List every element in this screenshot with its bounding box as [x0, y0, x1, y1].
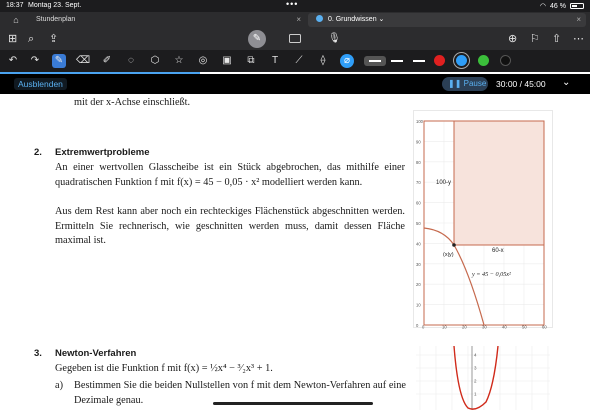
section-title: Extremwertprobleme — [55, 147, 150, 158]
ruler-icon[interactable]: ⟋ — [292, 54, 306, 68]
paragraph: An einer wertvollen Glasscheibe ist ein … — [55, 162, 405, 188]
y-tick-label: 80 — [416, 160, 421, 165]
document-page[interactable]: mit der x-Achse einschließt. 2. Extremwe… — [0, 94, 590, 410]
session-bar: Ausblenden ❚❚ Pause 30:00 / 45:00 ⌄ — [0, 74, 590, 94]
y-tick-label: 100 — [416, 119, 424, 124]
document-icon — [316, 15, 323, 22]
date: Montag 23. Sept. — [28, 2, 82, 9]
clock: 18:37 — [6, 2, 24, 9]
tab-grundwissen[interactable]: 0. Grundwissen ⌄ × — [308, 13, 586, 27]
camera-icon[interactable]: ⧉ — [244, 54, 258, 68]
point-marker — [452, 243, 456, 247]
battery-label: 46 % — [550, 2, 566, 10]
grid-icon[interactable]: ⊞ — [8, 32, 17, 46]
app-window: 18:37 Montag 23. Sept. ••• ◠ 46 % ⌂ Stun… — [0, 0, 590, 410]
label-height: 100-y — [436, 180, 451, 186]
undo-icon[interactable]: ↶ — [6, 54, 20, 68]
glass-pane-graph: 100 90 80 70 60 50 40 30 20 10 0 0 10 20 30 40 50 60 100-… — [413, 110, 553, 330]
y-tick-label: 20 — [416, 282, 421, 287]
timer: 30:00 / 45:00 — [496, 79, 546, 89]
mic-icon[interactable]: 🎙 — [328, 32, 341, 46]
main-toolbar: ⊞ ⌕ ⇪ ✎ 🎙 ⊕ ⚐ ⇧ ⋯ — [0, 28, 590, 50]
text-icon[interactable]: T — [268, 54, 282, 68]
y-tick-label: 40 — [416, 241, 421, 246]
color-green[interactable] — [478, 55, 489, 66]
share-icon[interactable]: ⇪ — [49, 32, 58, 46]
status-bar: 18:37 Montag 23. Sept. ••• ◠ 46 % — [0, 0, 590, 12]
y-tick-label: 90 — [416, 139, 421, 144]
section-number: 3. — [34, 348, 42, 359]
add-page-icon[interactable]: ⊕ — [508, 32, 517, 46]
highlighter-icon[interactable]: ✐ — [100, 54, 114, 68]
more-icon[interactable]: ⋯ — [573, 32, 584, 46]
close-icon[interactable]: × — [296, 13, 301, 27]
y-tick-label: 70 — [416, 180, 421, 185]
laser-icon[interactable]: ⟠ — [316, 54, 330, 68]
y-tick-label: 60 — [416, 201, 421, 206]
hide-button[interactable]: Ausblenden — [14, 78, 67, 90]
shapes-icon[interactable]: ⬡ — [148, 54, 162, 68]
redo-icon[interactable]: ↷ — [28, 54, 42, 68]
y-tick-label: 30 — [416, 262, 421, 267]
wifi-icon: ◠ — [539, 3, 547, 10]
paragraph: Aus dem Rest kann aber noch ein rechteck… — [55, 206, 405, 247]
color-red[interactable] — [434, 55, 445, 66]
ruler-shape-icon[interactable]: ◎ — [196, 54, 210, 68]
line-width-1[interactable] — [364, 56, 386, 66]
star-icon[interactable]: ☆ — [172, 54, 186, 68]
line-width-3[interactable] — [408, 56, 430, 66]
search-icon[interactable]: ⌕ — [28, 32, 34, 46]
tab-bar: ⌂ Stundenplan × 0. Grundwissen ⌄ × — [0, 12, 590, 28]
eraser-icon[interactable]: ⌫ — [76, 54, 90, 68]
previous-line: mit der x-Achse einschließt. — [74, 97, 191, 108]
drawing-toolbar: ↶ ↷ ✎ ⌫ ✐ ◌ ⬡ ☆ ◎ ▣ ⧉ T ⟋ ⟠ ⌀ — [0, 50, 590, 72]
export-icon[interactable]: ⇧ — [552, 32, 561, 46]
battery-icon — [570, 3, 584, 9]
rectangle-region — [453, 120, 545, 246]
lasso-icon[interactable]: ◌ — [124, 54, 138, 68]
y-tick-label: 50 — [416, 221, 421, 226]
color-blue[interactable] — [456, 55, 467, 66]
home-icon[interactable]: ⌂ — [8, 13, 24, 27]
axis-ticks: 4321 — [474, 353, 477, 397]
newton-graph: 4321 — [416, 345, 550, 410]
label-point: (x|y) — [443, 252, 454, 258]
chevron-down-icon[interactable]: ⌄ — [562, 77, 570, 88]
y-tick-label: 10 — [416, 303, 421, 308]
tab-label: 0. Grundwissen — [327, 16, 377, 23]
label-function: y = 45 − 0,05x² — [471, 271, 511, 278]
home-indicator[interactable] — [213, 402, 373, 405]
status-right: ◠ 46 % — [540, 2, 584, 10]
tab-stundenplan[interactable]: Stundenplan × — [28, 13, 306, 27]
pause-label: Pause — [463, 79, 487, 88]
grid — [416, 346, 550, 410]
section-title: Newton-Verfahren — [55, 348, 137, 359]
color-black[interactable] — [500, 55, 511, 66]
label-width: 60-x — [492, 248, 504, 254]
section-number: 2. — [34, 147, 42, 158]
chevron-down-icon[interactable]: ⌄ — [379, 16, 385, 23]
multitasking-dots-icon[interactable]: ••• — [286, 0, 298, 9]
pen-mode-icon[interactable]: ✎ — [248, 30, 266, 48]
paragraph: Gegeben ist die Funktion f mit f(x) = ½x… — [55, 363, 273, 374]
close-icon[interactable]: × — [576, 13, 581, 27]
graph-svg: 4321 — [416, 345, 550, 410]
image-icon[interactable]: ▣ — [220, 54, 234, 68]
bookmark-icon[interactable]: ⚐ — [530, 32, 540, 46]
tab-label: Stundenplan — [36, 16, 76, 23]
pen-icon[interactable]: ✎ — [52, 54, 66, 68]
pause-icon: ❚❚ — [448, 79, 464, 88]
y-tick-label: 0 — [416, 323, 419, 328]
line-width-2[interactable] — [386, 56, 408, 66]
pause-button[interactable]: ❚❚ Pause — [442, 77, 488, 91]
ink-settings-icon[interactable]: ⌀ — [340, 54, 354, 68]
keyboard-icon[interactable] — [289, 34, 301, 43]
item-label: a) — [55, 380, 63, 391]
graph-svg: 1009080706050403020100 0 10 20 30 40 50 60 100-… — [416, 119, 547, 330]
